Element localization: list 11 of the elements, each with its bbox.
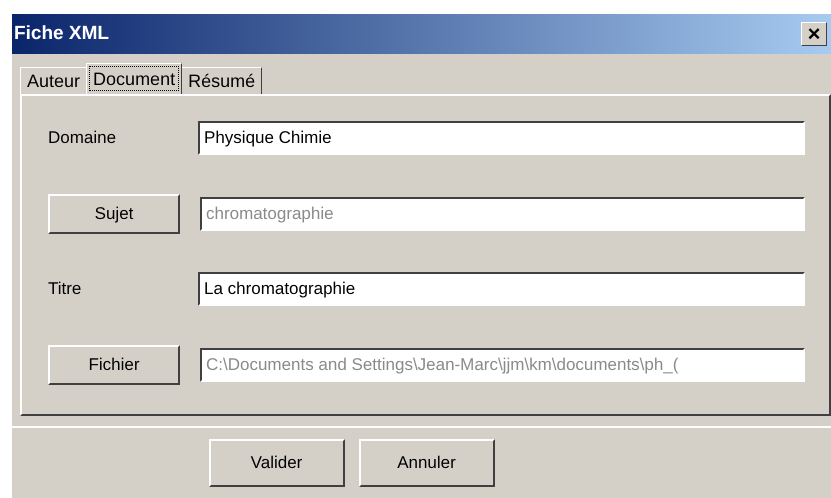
- close-button[interactable]: ×: [801, 22, 827, 46]
- dialog-button[interactable]: Valider: [208, 439, 344, 487]
- tab[interactable]: Résumé: [181, 67, 262, 94]
- field-label: Domaine: [48, 128, 118, 148]
- window-title: Fiche XML: [14, 23, 110, 45]
- field-label: Titre: [48, 279, 82, 300]
- input-field[interactable]: La chromatographie: [198, 272, 805, 306]
- input-field[interactable]: Physique Chimie: [198, 121, 805, 156]
- dialog-button[interactable]: Annuler: [358, 439, 494, 487]
- tab[interactable]: Auteur: [20, 67, 88, 94]
- tab[interactable]: Document: [86, 63, 182, 94]
